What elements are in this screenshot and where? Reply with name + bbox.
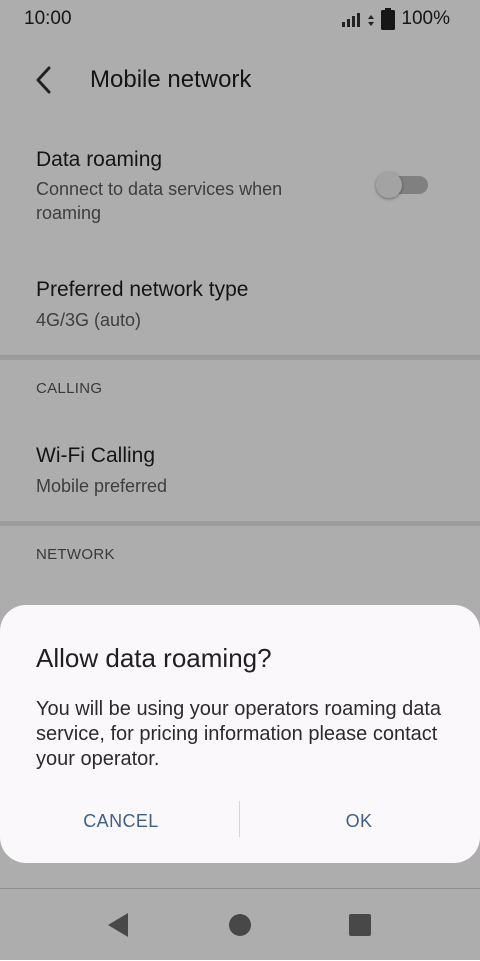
- button-divider: [239, 801, 240, 837]
- ok-button[interactable]: OK: [259, 801, 459, 841]
- cancel-button[interactable]: CANCEL: [21, 801, 221, 841]
- roaming-dialog: Allow data roaming? You will be using yo…: [0, 605, 480, 863]
- dialog-message: You will be using your operators roaming…: [36, 698, 442, 770]
- dialog-title: Allow data roaming?: [36, 643, 272, 673]
